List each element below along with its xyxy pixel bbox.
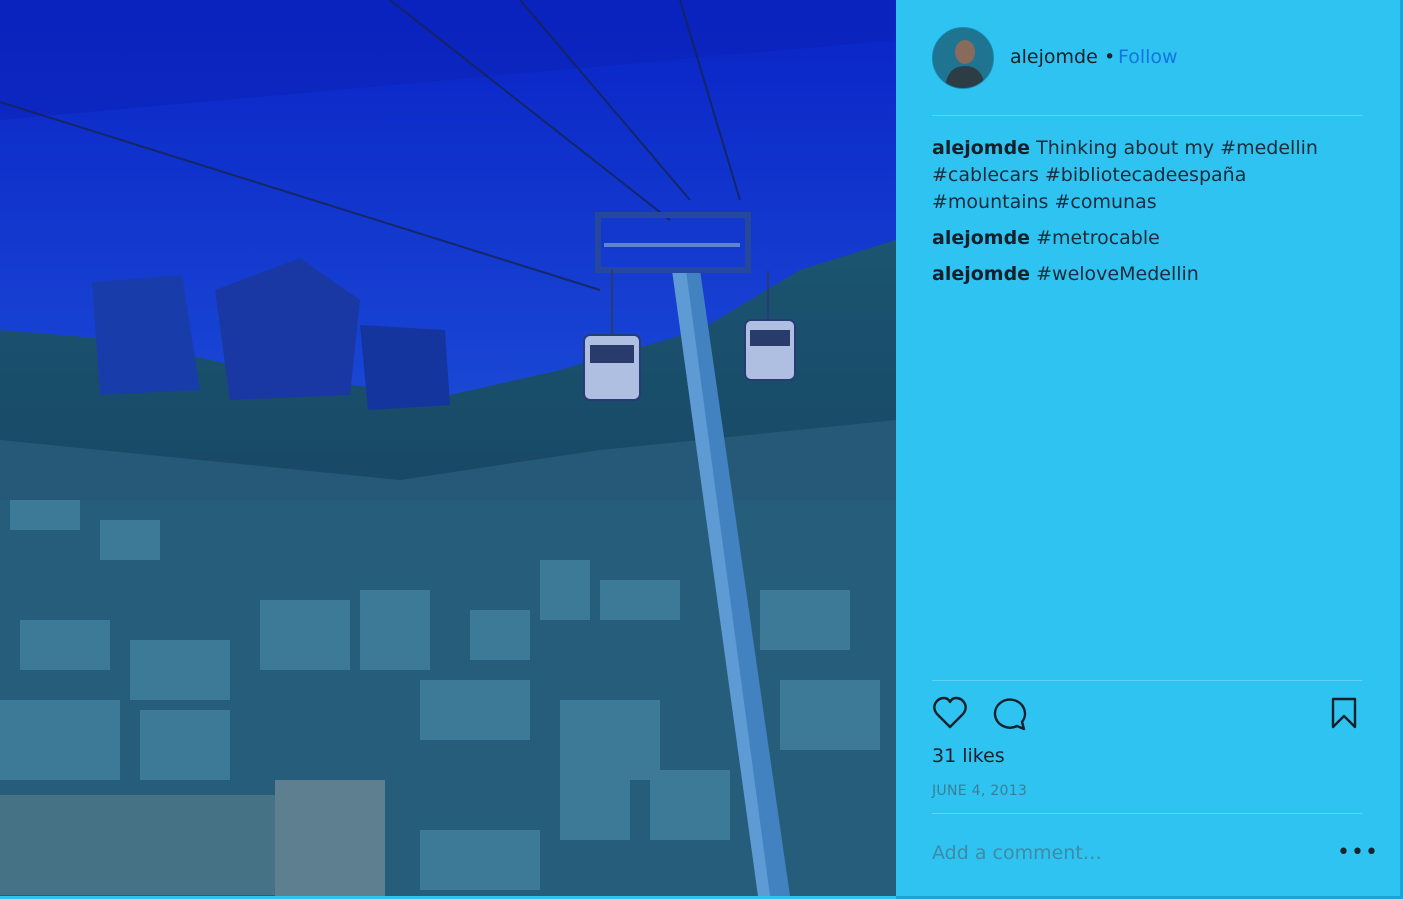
- comment-text: #weloveMedellin: [1036, 263, 1199, 285]
- cable-car-photo: [0, 0, 896, 896]
- like-button[interactable]: [932, 696, 968, 734]
- comments-list: alejomde Thinking about my #medellin #ca…: [932, 135, 1362, 297]
- speech-bubble-icon: [993, 698, 1027, 731]
- comment-username[interactable]: alejomde: [932, 263, 1030, 285]
- list-item: alejomde Thinking about my #medellin #ca…: [932, 135, 1362, 216]
- comment-text: #metrocable: [1036, 227, 1160, 249]
- post-side-panel: alejomde • Follow alejomde Thinking abou…: [896, 0, 1403, 899]
- comment-input[interactable]: [932, 842, 1312, 864]
- divider: [932, 680, 1362, 681]
- avatar-icon: [933, 28, 993, 88]
- header-username[interactable]: alejomde: [1010, 46, 1098, 68]
- likes-count[interactable]: 31 likes: [932, 745, 1005, 767]
- list-item: alejomde #metrocable: [932, 225, 1362, 252]
- save-button[interactable]: [1330, 696, 1358, 734]
- post-header: alejomde • Follow: [932, 27, 1362, 116]
- divider: [932, 813, 1362, 814]
- comment-username[interactable]: alejomde: [932, 227, 1030, 249]
- comment-username[interactable]: alejomde: [932, 137, 1030, 159]
- post-photo[interactable]: [0, 0, 896, 896]
- heart-icon: [933, 696, 967, 729]
- follow-button[interactable]: Follow: [1118, 46, 1178, 68]
- more-options-icon[interactable]: •••: [1337, 842, 1379, 864]
- bookmark-icon: [1331, 697, 1357, 729]
- post-date: JUNE 4, 2013: [932, 783, 1028, 799]
- comment-button[interactable]: [992, 696, 1028, 736]
- list-item: alejomde #weloveMedellin: [932, 261, 1362, 288]
- separator-dot: •: [1104, 46, 1116, 68]
- avatar[interactable]: [932, 27, 994, 89]
